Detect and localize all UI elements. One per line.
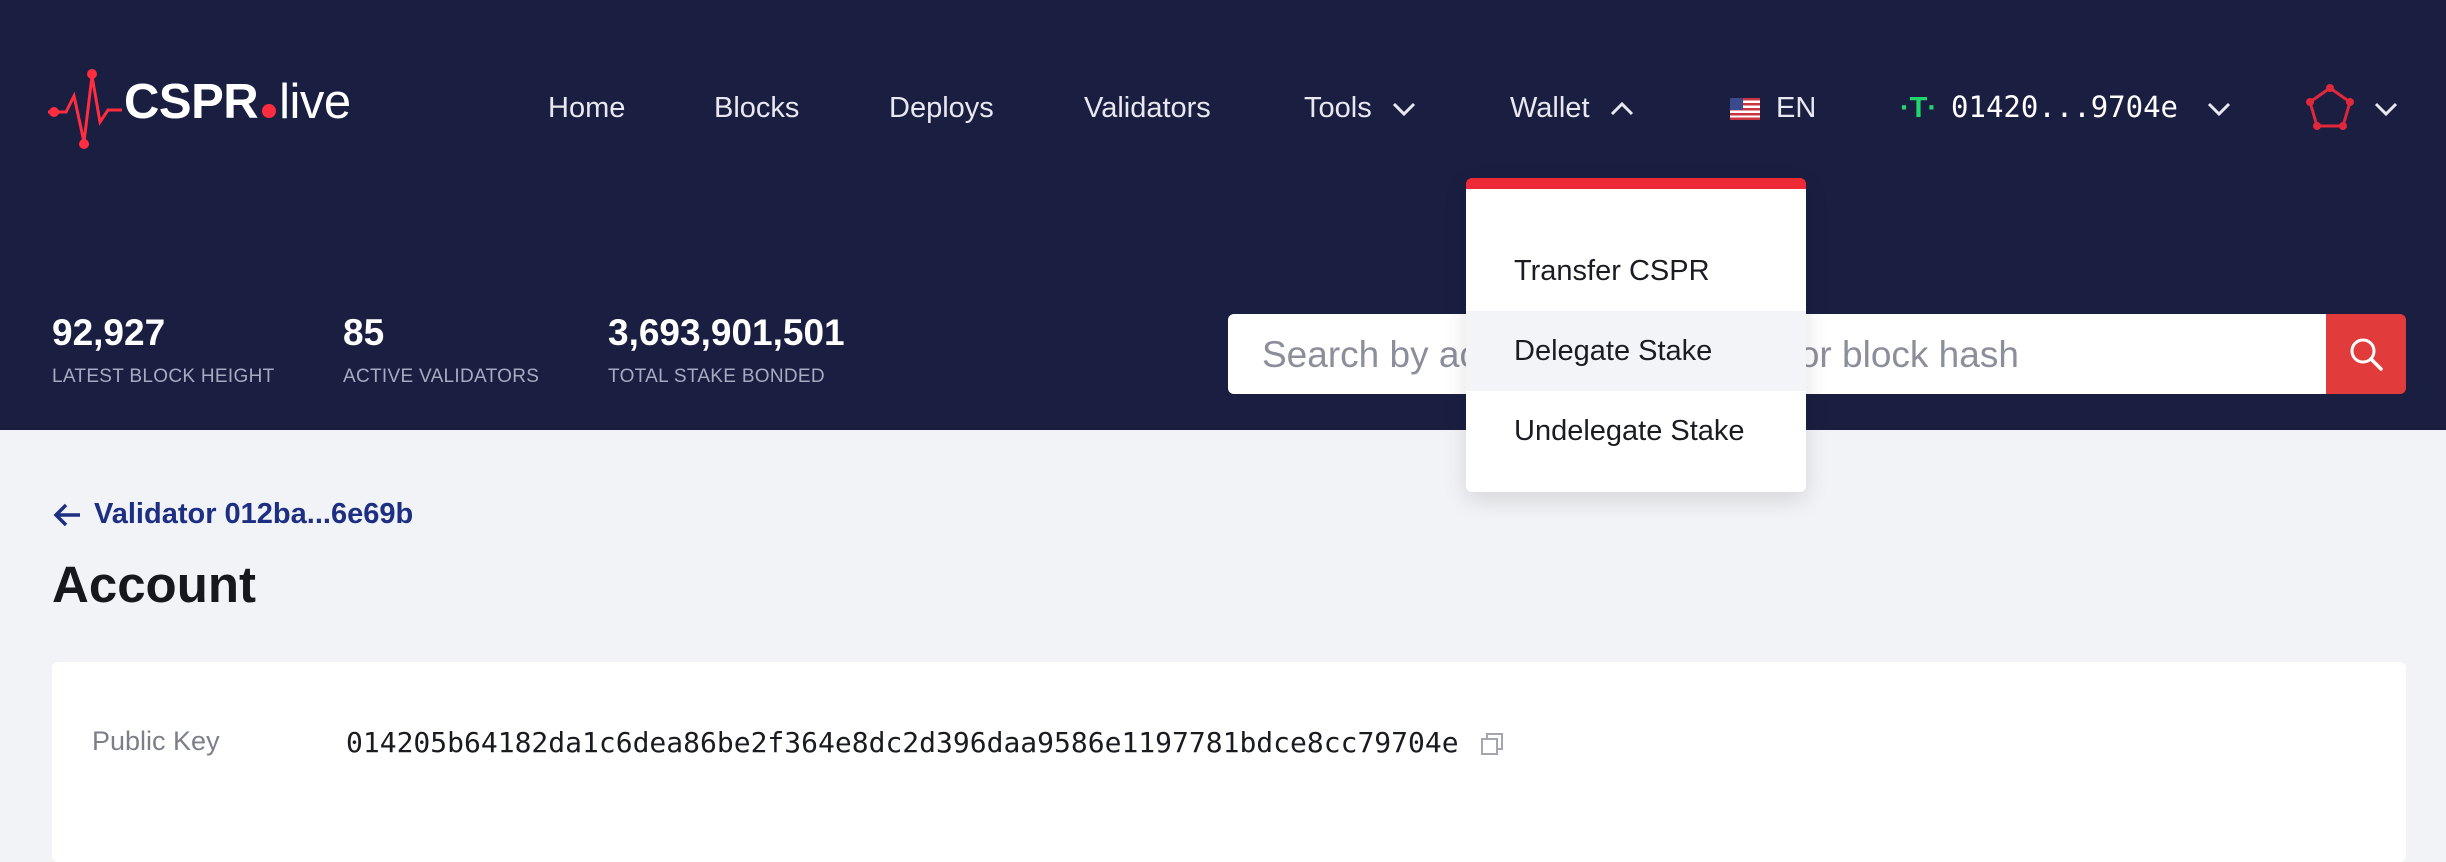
- page-title: Account: [52, 556, 256, 613]
- us-flag-icon: [1730, 98, 1760, 121]
- account-short-key: 01420...9704e: [1951, 90, 2179, 124]
- nav-deploys[interactable]: Deploys: [889, 92, 994, 125]
- top-header: CSPR live Home Blocks Deploys Validators …: [0, 0, 2446, 430]
- stat-total-stake: 3,693,901,501 TOTAL STAKE BONDED: [608, 312, 845, 388]
- search-icon: [2350, 338, 2383, 371]
- account-selector[interactable]: ·T· 01420...9704e: [1900, 90, 2231, 125]
- stat-block-height: 92,927 LATEST BLOCK HEIGHT: [52, 312, 275, 388]
- nav-wallet[interactable]: Wallet: [1510, 92, 1634, 125]
- language-label: EN: [1776, 92, 1817, 124]
- chevron-up-icon: [1610, 102, 1633, 116]
- public-key-text: 014205b64182da1c6dea86be2f364e8dc2d396da…: [346, 726, 1459, 759]
- chevron-down-icon: [1392, 103, 1415, 117]
- nav-home[interactable]: Home: [548, 92, 625, 125]
- testnet-icon: ·T·: [1900, 92, 1938, 124]
- copy-icon[interactable]: [1479, 731, 1505, 757]
- stat-value: 92,927: [52, 312, 166, 353]
- stat-active-validators: 85 ACTIVE VALIDATORS: [343, 312, 539, 388]
- back-link-label: Validator 012ba...6e69b: [94, 498, 414, 530]
- logo[interactable]: CSPR live: [48, 66, 368, 156]
- public-key-value: 014205b64182da1c6dea86be2f364e8dc2d396da…: [346, 726, 1505, 759]
- search-button[interactable]: [2326, 314, 2406, 394]
- account-card: Public Key 014205b64182da1c6dea86be2f364…: [52, 662, 2406, 862]
- menu-item-delegate-stake[interactable]: Delegate Stake: [1466, 311, 1806, 391]
- menu-item-transfer-cspr[interactable]: Transfer CSPR: [1466, 231, 1806, 311]
- wallet-dropdown: Transfer CSPR Delegate Stake Undelegate …: [1466, 178, 1806, 492]
- language-selector[interactable]: EN: [1730, 92, 1816, 125]
- cspr-logo-icon: [48, 69, 122, 149]
- nav-tools[interactable]: Tools: [1304, 92, 1416, 125]
- stat-value: 3,693,901,501: [608, 312, 845, 353]
- nav-blocks[interactable]: Blocks: [714, 92, 799, 125]
- profile-icon: [2306, 84, 2398, 130]
- stat-value: 85: [343, 312, 385, 353]
- logo-main: CSPR: [124, 75, 259, 129]
- logo-dot: [262, 104, 277, 118]
- logo-text: CSPR live: [124, 74, 351, 130]
- nav-wallet-label: Wallet: [1510, 92, 1590, 124]
- back-link[interactable]: Validator 012ba...6e69b: [52, 498, 413, 531]
- chevron-down-icon: [2208, 102, 2231, 117]
- logo-suffix: live: [279, 75, 351, 129]
- public-key-label: Public Key: [92, 726, 220, 756]
- arrow-left-icon: [53, 504, 80, 527]
- nav-validators[interactable]: Validators: [1084, 92, 1211, 125]
- stat-label: TOTAL STAKE BONDED: [608, 366, 825, 387]
- profile-menu[interactable]: [2300, 80, 2400, 145]
- stat-label: LATEST BLOCK HEIGHT: [52, 366, 275, 387]
- nav-tools-label: Tools: [1304, 92, 1372, 124]
- menu-item-undelegate-stake[interactable]: Undelegate Stake: [1466, 391, 1806, 471]
- stat-label: ACTIVE VALIDATORS: [343, 366, 540, 387]
